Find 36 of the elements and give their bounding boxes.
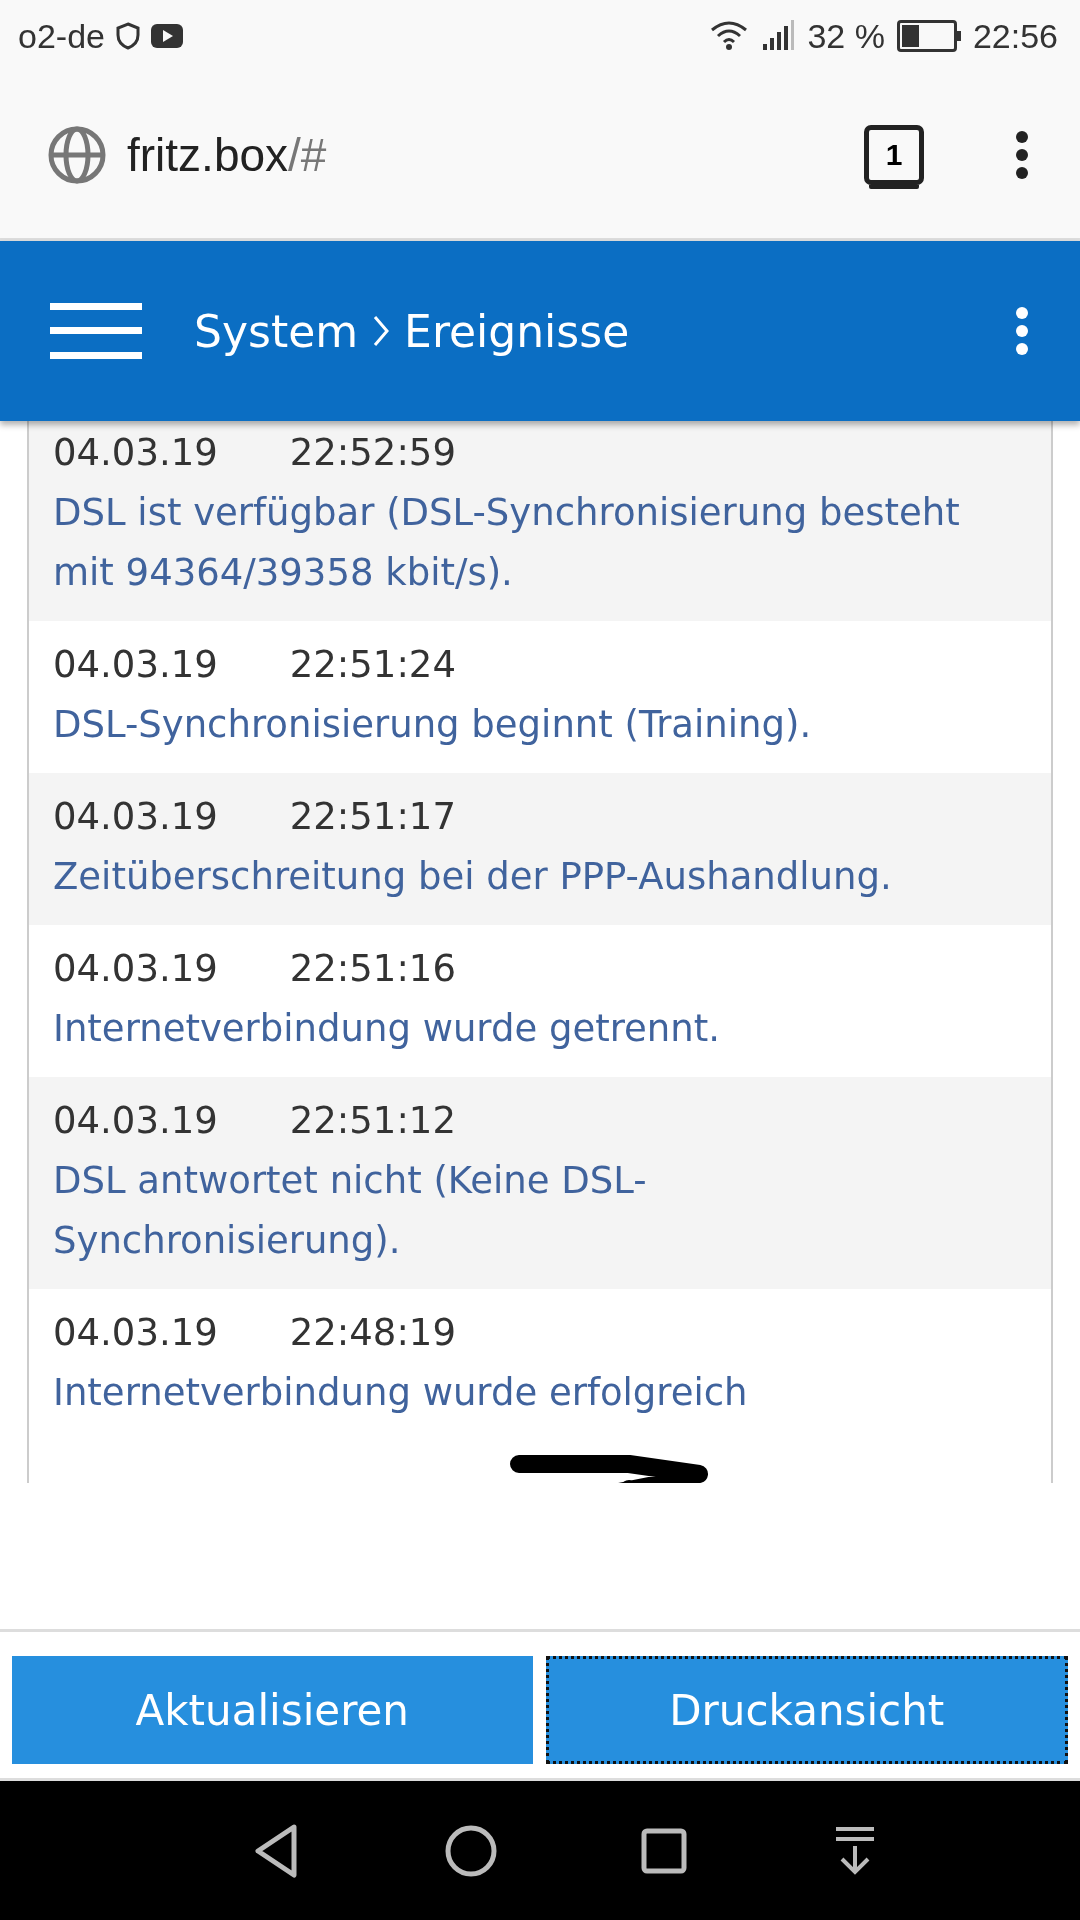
- event-date: 04.03.19: [53, 1310, 218, 1356]
- carrier-name: o2-de: [18, 16, 105, 56]
- signal-icon: [761, 20, 796, 52]
- chevron-icon: [372, 314, 391, 348]
- play-icon: [150, 24, 183, 48]
- event-time: 22:52:59: [289, 430, 456, 476]
- action-button[interactable]: Aktualisieren: [12, 1656, 533, 1764]
- shield-icon: [114, 22, 141, 50]
- home-icon[interactable]: [444, 1824, 497, 1877]
- breadcrumb-item[interactable]: System: [194, 305, 359, 357]
- event-message: DSL ist verfügbar (DSL-Synchronisierung besteht mit 94364/39358 kbit/s).: [53, 490, 961, 596]
- event-message: Internetverbindung wurde getrennt.: [53, 1006, 721, 1052]
- event-time: 22:51:12: [289, 1098, 456, 1144]
- url-field[interactable]: fritz.box/#: [127, 128, 844, 182]
- globe-icon: [47, 125, 107, 185]
- event-time: 22:48:19: [289, 1310, 456, 1356]
- clock: 22:56: [972, 16, 1058, 56]
- more-icon[interactable]: [1014, 130, 1030, 180]
- event-time: 22:51:24: [289, 642, 456, 688]
- battery-percent: 32 %: [807, 16, 885, 56]
- event-date: 04.03.19: [53, 642, 218, 688]
- event-message: Internetverbindung wurde erfolgreich: [53, 1370, 749, 1416]
- event-message: DSL antwortet nicht (Keine DSL-Synchronisierung).: [53, 1158, 648, 1264]
- event-date: 04.03.19: [53, 430, 218, 476]
- recents-icon[interactable]: [641, 1827, 688, 1874]
- event-message: Zeitüberschreitung bei der PPP-Aushandlung.: [53, 854, 893, 900]
- event-date: 04.03.19: [53, 946, 218, 992]
- event-date: 04.03.19: [53, 1098, 218, 1144]
- action-button[interactable]: Druckansicht: [545, 1656, 1068, 1764]
- event-message: DSL-Synchronisierung beginnt (Training).: [53, 702, 813, 748]
- event-time: 22:51:17: [289, 794, 456, 840]
- menu-icon[interactable]: [50, 301, 142, 361]
- battery-icon: [896, 20, 961, 52]
- event-time: 22:51:16: [289, 946, 456, 992]
- breadcrumb-item[interactable]: Ereignisse: [404, 305, 630, 357]
- event-date: 04.03.19: [53, 794, 218, 840]
